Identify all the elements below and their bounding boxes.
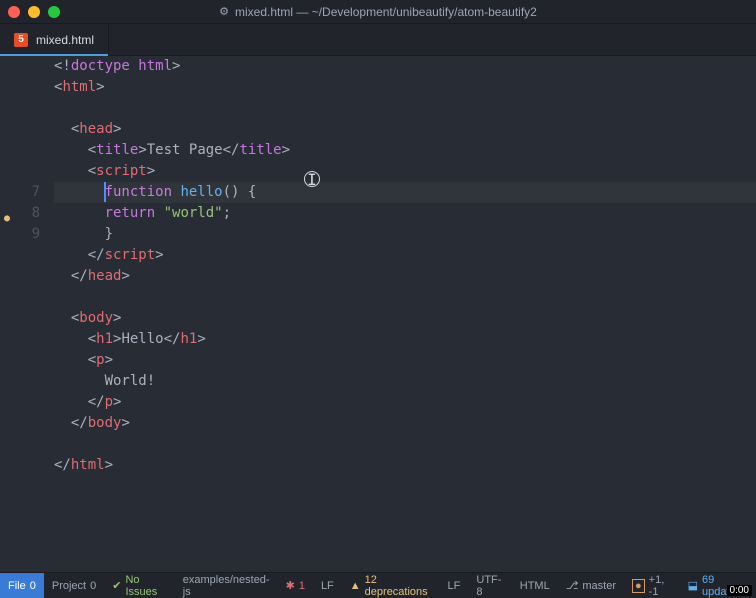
linter-file-value: 0 xyxy=(30,580,36,592)
line-number xyxy=(0,287,46,308)
git-branch-icon: ⎇ xyxy=(566,579,579,592)
corner-clock: 0:00 xyxy=(727,585,752,596)
git-diff-status[interactable]: ● +1, -1 xyxy=(624,573,680,598)
code-line[interactable]: <h1>Hello</h1> xyxy=(54,329,756,350)
grammar-status[interactable]: HTML xyxy=(512,573,558,598)
line-number: 9 xyxy=(0,224,46,245)
deprecations-text: 12 deprecations xyxy=(365,574,432,598)
window-titlebar: ⚙ mixed.html — ~/Development/unibeautify… xyxy=(0,0,756,24)
code-line[interactable]: <html> xyxy=(54,77,756,98)
code-line[interactable]: return "world"; xyxy=(54,203,756,224)
line-number xyxy=(0,308,46,329)
code-line[interactable] xyxy=(54,98,756,119)
linter-file-count[interactable]: File 0 xyxy=(0,573,44,598)
code-line[interactable]: <script> xyxy=(54,161,756,182)
deprecations-status[interactable]: ▲ 12 deprecations xyxy=(342,573,440,598)
line-number-gutter: 789 xyxy=(0,56,54,572)
line-number: 7 xyxy=(0,182,46,203)
merge-conflicts-status[interactable]: ✱ 1 xyxy=(278,573,313,598)
line-number xyxy=(0,329,46,350)
line-number xyxy=(0,56,46,77)
conflicts-count: 1 xyxy=(299,580,305,592)
code-line[interactable]: } xyxy=(54,224,756,245)
tab-bar: 5 mixed.html xyxy=(0,24,756,56)
no-issues-label: No Issues xyxy=(125,574,166,598)
text-cursor xyxy=(104,182,106,202)
code-line[interactable] xyxy=(54,287,756,308)
git-branch-status[interactable]: ⎇ master xyxy=(558,573,624,598)
window-title-text: mixed.html — ~/Development/unibeautify/a… xyxy=(235,5,537,19)
line-number: 8 xyxy=(0,203,46,224)
check-icon: ✔ xyxy=(112,579,121,592)
line-number xyxy=(0,350,46,371)
code-line[interactable]: </p> xyxy=(54,392,756,413)
code-line[interactable]: </script> xyxy=(54,245,756,266)
git-diff-icon: ● xyxy=(632,579,645,593)
code-area[interactable]: <!doctype html><html> <head> <title>Test… xyxy=(54,56,756,572)
git-branch-name: master xyxy=(582,580,616,592)
line-number xyxy=(0,140,46,161)
file-path-status[interactable]: examples/nested-js xyxy=(175,573,278,598)
code-line[interactable]: <title>Test Page</title> xyxy=(54,140,756,161)
line-number xyxy=(0,455,46,476)
code-line[interactable]: </body> xyxy=(54,413,756,434)
line-number xyxy=(0,392,46,413)
warning-icon: ▲ xyxy=(350,580,361,592)
mouse-cursor-icon: I xyxy=(304,171,320,187)
line-number xyxy=(0,98,46,119)
settings-icon: ⚙ xyxy=(219,5,229,18)
tab-mixed-html[interactable]: 5 mixed.html xyxy=(0,24,109,55)
file-path-text: examples/nested-js xyxy=(183,574,270,598)
line-number xyxy=(0,266,46,287)
linter-project-value: 0 xyxy=(90,580,96,592)
linter-project-label: Project xyxy=(52,580,86,592)
window-title: ⚙ mixed.html — ~/Development/unibeautify… xyxy=(0,5,756,19)
code-line[interactable]: World! xyxy=(54,371,756,392)
linter-project-count[interactable]: Project 0 xyxy=(44,573,104,598)
line-number xyxy=(0,371,46,392)
line-number xyxy=(0,245,46,266)
text-editor[interactable]: 789 <!doctype html><html> <head> <title>… xyxy=(0,56,756,572)
line-number xyxy=(0,161,46,182)
line-ending-right[interactable]: LF xyxy=(440,573,469,598)
line-number xyxy=(0,413,46,434)
bug-icon: ✱ xyxy=(286,579,295,592)
package-icon: ⬓ xyxy=(688,579,698,592)
code-line[interactable] xyxy=(54,434,756,455)
line-number xyxy=(0,434,46,455)
code-line[interactable]: <body> xyxy=(54,308,756,329)
status-bar: File 0 Project 0 ✔ No Issues examples/ne… xyxy=(0,572,756,598)
line-number xyxy=(0,77,46,98)
linter-file-label: File xyxy=(8,580,26,592)
code-line[interactable]: <head> xyxy=(54,119,756,140)
code-line[interactable]: </head> xyxy=(54,266,756,287)
git-diff-text: +1, -1 xyxy=(649,574,672,598)
code-line[interactable]: <p> xyxy=(54,350,756,371)
line-number xyxy=(0,119,46,140)
code-line[interactable]: <!doctype html> xyxy=(54,56,756,77)
tab-label: mixed.html xyxy=(36,33,94,47)
line-ending-left[interactable]: LF xyxy=(313,573,342,598)
no-issues-status[interactable]: ✔ No Issues xyxy=(104,573,175,598)
code-line[interactable]: </html> xyxy=(54,455,756,476)
html-file-icon: 5 xyxy=(14,33,28,47)
encoding-status[interactable]: UTF-8 xyxy=(468,573,511,598)
